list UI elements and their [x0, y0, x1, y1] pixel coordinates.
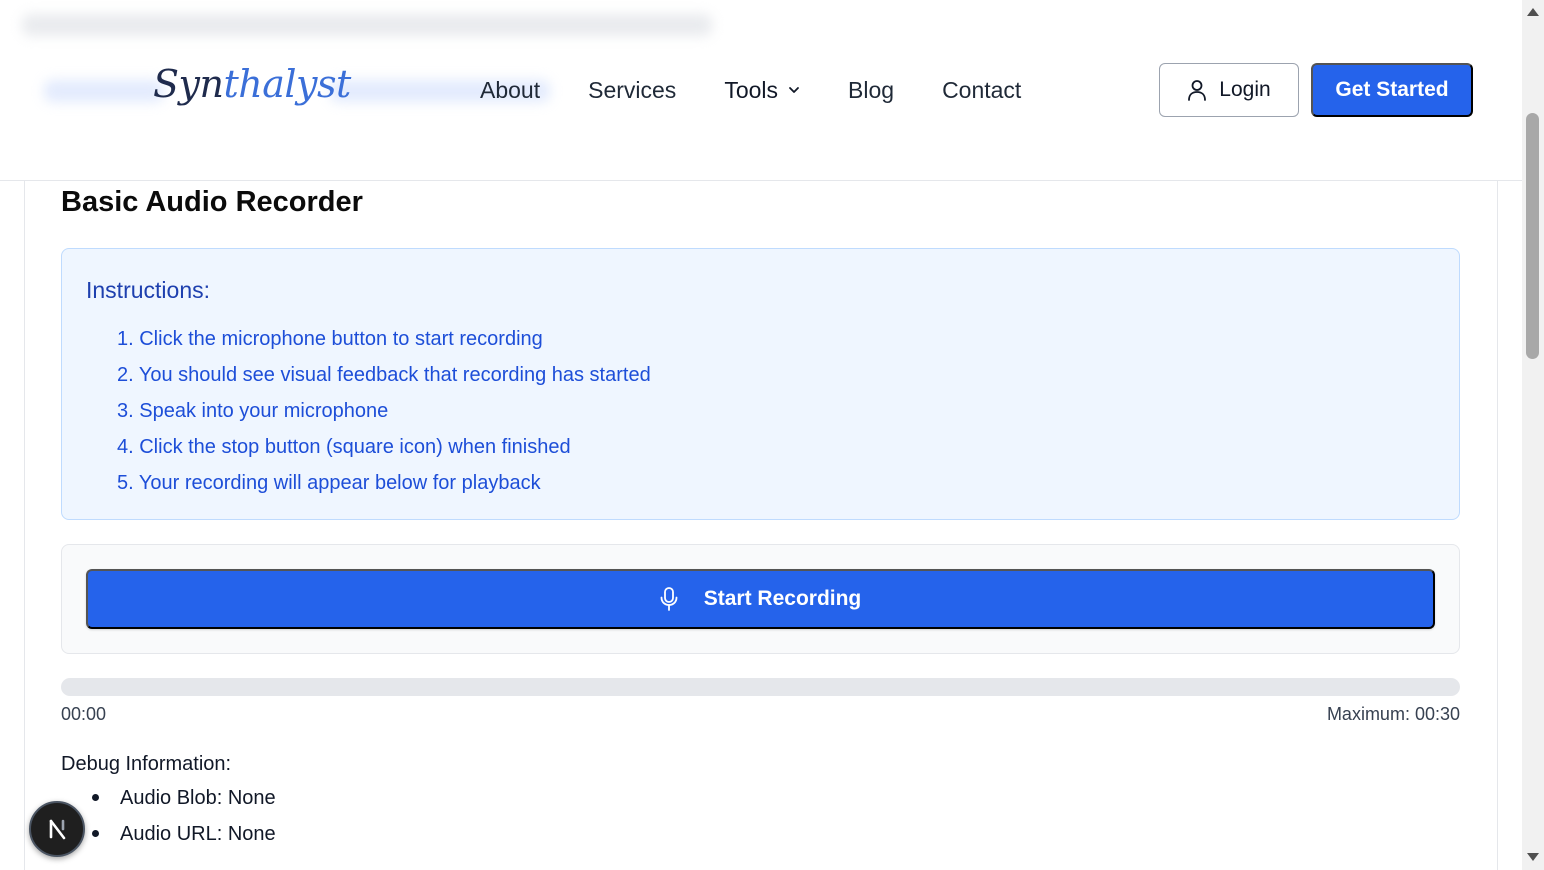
blurred-overlay-line [44, 80, 164, 102]
logo-prefix: Syn [153, 62, 224, 106]
recorder-panel: Start Recording [61, 544, 1460, 654]
login-button[interactable]: Login [1159, 63, 1299, 117]
get-started-button[interactable]: Get Started [1311, 63, 1473, 117]
nav-tools-label: Tools [724, 76, 779, 103]
nav-services[interactable]: Services [588, 77, 676, 104]
scroll-thumb[interactable] [1526, 113, 1539, 359]
scroll-up-icon[interactable] [1527, 8, 1539, 16]
debug-item: Audio Blob: None [92, 780, 276, 816]
nav-about[interactable]: About [480, 77, 540, 104]
site-logo[interactable]: Synthalyst [153, 62, 351, 106]
page-title: Basic Audio Recorder [61, 186, 363, 218]
main-nav: About Services Tools Blog Contact [480, 74, 1069, 106]
recording-progress-bar [61, 678, 1460, 696]
chevron-down-icon [789, 87, 799, 93]
instruction-step: 5. Your recording will appear below for … [117, 472, 541, 494]
instruction-step: 1. Click the microphone button to start … [117, 328, 543, 350]
nextjs-mark [49, 819, 66, 840]
debug-title: Debug Information: [61, 753, 232, 775]
blurred-overlay-line [22, 14, 712, 36]
instruction-step: 2. You should see visual feedback that r… [117, 364, 651, 386]
instruction-step: 4. Click the stop button (square icon) w… [117, 436, 571, 458]
current-time: 00:00 [61, 704, 107, 724]
instructions-panel: Instructions: 1. Click the microphone bu… [61, 248, 1460, 520]
nav-contact[interactable]: Contact [942, 77, 1021, 104]
instructions-list: 1. Click the microphone button to start … [117, 321, 651, 501]
start-recording-button[interactable]: Start Recording [86, 569, 1435, 629]
start-recording-label: Start Recording [703, 587, 862, 610]
login-label: Login [1219, 78, 1271, 101]
microphone-icon [660, 587, 678, 611]
nav-blog[interactable]: Blog [848, 77, 894, 104]
user-icon [1188, 80, 1207, 101]
instruction-step: 3. Speak into your microphone [117, 400, 389, 422]
debug-item: Audio URL: None [92, 816, 276, 852]
logo-highlight: thalyst [223, 62, 351, 106]
nextjs-logo-icon[interactable] [29, 801, 85, 857]
instructions-heading: Instructions: [86, 277, 210, 303]
max-time: Maximum: 00:30 [1326, 704, 1460, 724]
site-header: Synthalyst About Services Tools Blog Con… [0, 0, 1522, 181]
nav-tools[interactable]: Tools [724, 77, 800, 104]
debug-list: Audio Blob: None Audio URL: None [92, 780, 276, 852]
scroll-down-icon[interactable] [1527, 853, 1539, 861]
page-scrollbar[interactable] [1522, 0, 1544, 870]
